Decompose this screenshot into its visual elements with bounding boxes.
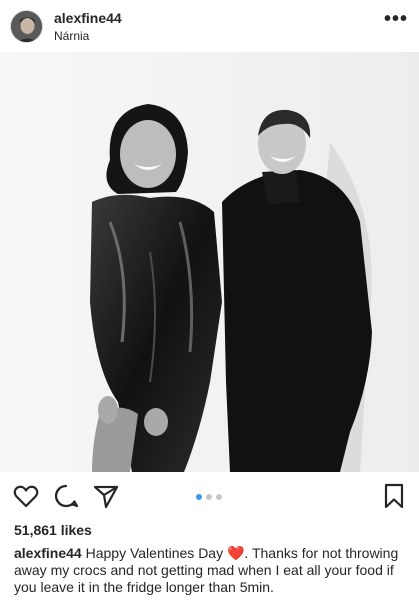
caption-text-start: Happy Valentines Day [81, 545, 227, 561]
post-location[interactable]: Nárnia [54, 29, 89, 43]
bookmark-outline-icon[interactable] [380, 482, 408, 510]
heart-outline-icon[interactable] [12, 482, 40, 510]
avatar[interactable] [10, 10, 43, 43]
carousel-dot [216, 494, 222, 500]
post-caption: alexfine44 Happy Valentines Day ❤️. Than… [14, 545, 409, 596]
likes-count[interactable]: 51,861 likes [14, 522, 92, 538]
paper-plane-icon[interactable] [92, 482, 120, 510]
comment-bubble-icon[interactable] [52, 482, 80, 510]
heart-emoji-icon: ❤️ [226, 545, 245, 561]
action-bar [0, 478, 419, 516]
post-photo[interactable] [0, 52, 419, 472]
post-header: alexfine44 Nárnia ••• [0, 0, 419, 52]
carousel-dot [206, 494, 212, 500]
carousel-dot [196, 494, 202, 500]
more-options-icon[interactable]: ••• [383, 9, 409, 32]
post-username[interactable]: alexfine44 [54, 10, 122, 26]
carousel-indicator [196, 494, 222, 500]
caption-username[interactable]: alexfine44 [14, 545, 82, 561]
